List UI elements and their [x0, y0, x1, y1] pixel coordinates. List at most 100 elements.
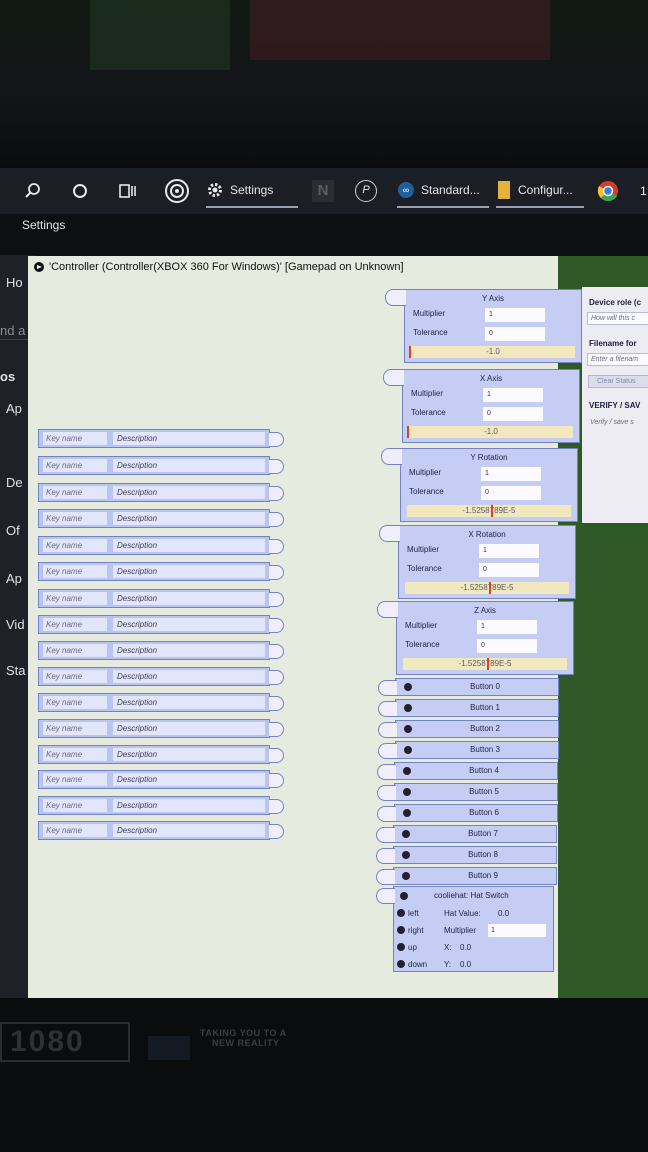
sidebar-fragment[interactable]: nd a: [0, 323, 25, 338]
key-name-field[interactable]: Key name: [43, 696, 107, 709]
axis-panel-x-axis: X Axis Multiplier 1 Tolerance 0 -1.0: [383, 369, 580, 443]
tolerance-field[interactable]: 0: [479, 563, 539, 577]
sidebar-fragment[interactable]: Ap: [6, 401, 22, 416]
chrome-icon[interactable]: [597, 174, 619, 208]
connector-tab[interactable]: [269, 459, 284, 474]
description-field[interactable]: Description: [113, 644, 265, 657]
processing-icon[interactable]: P: [355, 174, 377, 208]
key-name-field[interactable]: Key name: [43, 618, 107, 631]
description-field[interactable]: Description: [113, 670, 265, 683]
hat-multiplier-field[interactable]: 1: [488, 924, 546, 937]
sidebar-fragment[interactable]: Sta: [6, 663, 26, 678]
description-field[interactable]: Description: [113, 565, 265, 578]
multiplier-field[interactable]: 1: [485, 308, 545, 322]
connector-tab[interactable]: [377, 764, 396, 780]
sidebar-fragment[interactable]: Of: [6, 523, 20, 538]
connector-tab[interactable]: [269, 799, 284, 814]
sidebar-fragment[interactable]: Vid: [6, 617, 25, 632]
key-name-field[interactable]: Key name: [43, 512, 107, 525]
multiplier-field[interactable]: 1: [477, 620, 537, 634]
connector-tab[interactable]: [269, 670, 284, 685]
sidebar-fragment[interactable]: Ho: [6, 275, 23, 290]
description-field[interactable]: Description: [113, 773, 265, 786]
netbeans-icon[interactable]: N: [312, 174, 334, 208]
key-name-field[interactable]: Key name: [43, 799, 107, 812]
device-role-field[interactable]: How will this c: [587, 312, 648, 325]
hat-multiplier-label: Multiplier: [444, 926, 477, 935]
connector-tab[interactable]: [269, 618, 284, 633]
description-field[interactable]: Description: [113, 722, 265, 735]
taskbar-app-standard[interactable]: ∞ Standard...: [397, 172, 489, 208]
description-field[interactable]: Description: [113, 618, 265, 631]
xbox-app-icon[interactable]: [164, 174, 190, 208]
connector-tab[interactable]: [269, 592, 284, 607]
description-field[interactable]: Description: [113, 696, 265, 709]
multiplier-field[interactable]: 1: [483, 388, 543, 402]
connector-tab[interactable]: [377, 785, 396, 801]
description-field[interactable]: Description: [113, 486, 265, 499]
multiplier-field[interactable]: 1: [479, 544, 539, 558]
task-view-icon[interactable]: [118, 174, 138, 208]
key-name-field[interactable]: Key name: [43, 644, 107, 657]
connector-tab[interactable]: [381, 448, 402, 465]
key-name-field[interactable]: Key name: [43, 773, 107, 786]
connector-tab[interactable]: [269, 512, 284, 527]
sidebar-fragment[interactable]: De: [6, 475, 23, 490]
connector-tab[interactable]: [377, 806, 396, 822]
key-name-field[interactable]: Key name: [43, 565, 107, 578]
key-name-field[interactable]: Key name: [43, 592, 107, 605]
connector-tab[interactable]: [378, 701, 397, 717]
key-name-field[interactable]: Key name: [43, 486, 107, 499]
filename-field[interactable]: Enter a filenam: [587, 353, 648, 366]
sidebar-fragment[interactable]: os: [0, 369, 15, 384]
taskbar-settings-app[interactable]: Settings: [206, 172, 298, 208]
connector-tab[interactable]: [269, 486, 284, 501]
connector-tab[interactable]: [376, 869, 395, 885]
connector-tab[interactable]: [378, 680, 397, 696]
connector-tab[interactable]: [376, 827, 395, 843]
connector-tab[interactable]: [378, 743, 397, 759]
key-name-field[interactable]: Key name: [43, 670, 107, 683]
key-name-field[interactable]: Key name: [43, 748, 107, 761]
sidebar-fragment[interactable]: Ap: [6, 571, 22, 586]
description-field[interactable]: Description: [113, 512, 265, 525]
description-field[interactable]: Description: [113, 459, 265, 472]
tolerance-field[interactable]: 0: [483, 407, 543, 421]
clear-status-button[interactable]: Clear Status: [588, 375, 648, 388]
connector-tab[interactable]: [269, 696, 284, 711]
description-field[interactable]: Description: [113, 824, 265, 837]
app-icon: [34, 262, 44, 272]
connector-tab[interactable]: [269, 773, 284, 788]
connector-tab[interactable]: [378, 722, 397, 738]
key-name-field[interactable]: Key name: [43, 432, 107, 445]
connector-tab[interactable]: [379, 525, 400, 542]
connector-tab[interactable]: [376, 848, 395, 864]
description-field[interactable]: Description: [113, 539, 265, 552]
taskbar-app-configur[interactable]: Configur...: [496, 172, 584, 208]
connector-tab[interactable]: [269, 432, 284, 447]
connector-tab[interactable]: [376, 888, 395, 904]
connector-tab[interactable]: [269, 539, 284, 554]
connector-tab[interactable]: [383, 369, 404, 386]
connector-tab[interactable]: [269, 824, 284, 839]
description-field[interactable]: Description: [113, 592, 265, 605]
key-name-field[interactable]: Key name: [43, 459, 107, 472]
search-icon[interactable]: [24, 174, 42, 208]
connector-tab[interactable]: [269, 565, 284, 580]
connector-tab[interactable]: [269, 722, 284, 737]
connector-tab[interactable]: [269, 748, 284, 763]
description-field[interactable]: Description: [113, 748, 265, 761]
connector-tab[interactable]: [377, 601, 398, 618]
tolerance-field[interactable]: 0: [485, 327, 545, 341]
connector-tab[interactable]: [385, 289, 406, 306]
tolerance-field[interactable]: 0: [477, 639, 537, 653]
key-name-field[interactable]: Key name: [43, 722, 107, 735]
key-name-field[interactable]: Key name: [43, 539, 107, 552]
description-field[interactable]: Description: [113, 432, 265, 445]
key-name-field[interactable]: Key name: [43, 824, 107, 837]
cortana-icon[interactable]: [72, 174, 88, 208]
connector-tab[interactable]: [269, 644, 284, 659]
multiplier-field[interactable]: 1: [481, 467, 541, 481]
description-field[interactable]: Description: [113, 799, 265, 812]
tolerance-field[interactable]: 0: [481, 486, 541, 500]
